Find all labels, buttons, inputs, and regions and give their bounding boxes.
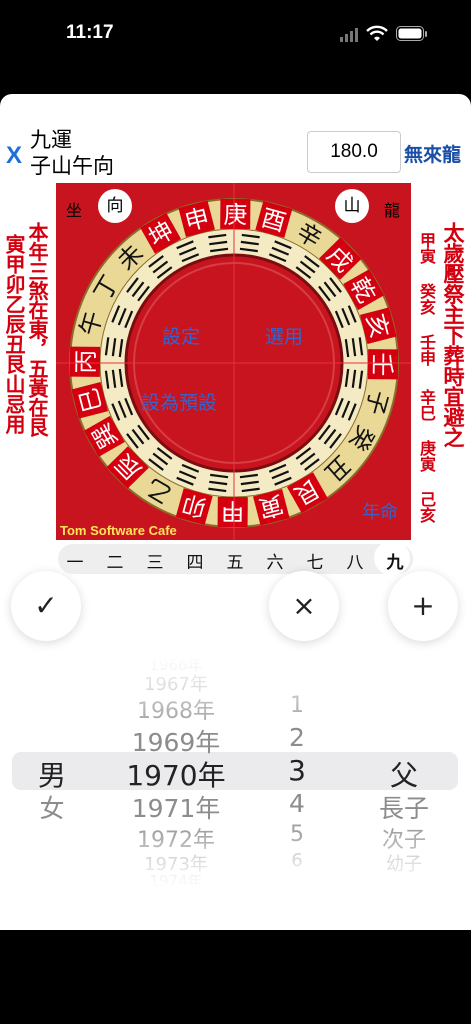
yun-option[interactable]: 四	[177, 548, 213, 573]
add-button[interactable]: +	[388, 571, 458, 641]
set-default-button[interactable]: 設為預設	[141, 388, 217, 415]
status-time: 11:17	[66, 22, 114, 43]
status-bar: 11:17	[0, 0, 471, 70]
svg-text:丙: 丙	[72, 350, 100, 374]
picker-number-option[interactable]: 2	[217, 723, 377, 752]
picker-number-option[interactable]: 1	[217, 693, 377, 718]
year-life-button[interactable]: 年命	[362, 498, 398, 524]
signal-icon	[340, 28, 358, 42]
title-direction: 子山午向	[30, 154, 114, 178]
yun-option[interactable]: 一	[57, 548, 93, 573]
cancel-button[interactable]: ×	[269, 571, 339, 641]
picker-year-option[interactable]: 1966年	[96, 654, 256, 675]
side-text-right-inner: 太歲壓祭主下葬時宜避之	[441, 222, 465, 448]
side-text-right-outer-2: 辛巳 庚寅 己亥	[417, 389, 436, 523]
side-text-left-inner: 本年三煞在東，五黃在艮	[25, 222, 49, 437]
compass-rings: 丙午丁未坤申庚酉辛戌乾亥壬子癸丑艮寅甲卯乙辰巽巳	[56, 183, 411, 540]
ring-char: 壬	[367, 349, 399, 380]
picker-year-option[interactable]: 1974年	[96, 870, 256, 891]
yun-option[interactable]: 五	[217, 548, 253, 573]
side-text-right-outer-1: 甲寅 癸亥 壬申	[417, 232, 436, 366]
confirm-button[interactable]: ✓	[11, 571, 81, 641]
mountain-label: 山	[335, 189, 369, 223]
ring-char: 甲	[217, 496, 248, 528]
battery-icon	[396, 26, 427, 41]
yun-option[interactable]: 二	[97, 548, 133, 573]
yun-option[interactable]: 六	[257, 548, 293, 573]
set-button[interactable]: 設定	[162, 322, 200, 349]
picker-relation-option[interactable]: 次子	[324, 822, 471, 854]
picker-relation-option[interactable]: 長子	[324, 789, 471, 825]
svg-text:甲: 甲	[221, 497, 245, 525]
wifi-icon	[366, 25, 388, 41]
luopan-compass[interactable]: 丙午丁未坤申庚酉辛戌乾亥壬子癸丑艮寅甲卯乙辰巽巳 坐 向 山 龍 設定 選用 設…	[56, 183, 411, 540]
close-button[interactable]: X	[6, 142, 22, 170]
ring-char: 丙	[69, 346, 101, 377]
yun-option[interactable]: 七	[297, 548, 333, 573]
select-button[interactable]: 選用	[265, 322, 303, 349]
picker-relation-option[interactable]: 幼子	[324, 850, 471, 876]
yun-option[interactable]: 九	[377, 548, 413, 573]
sit-label: 坐	[66, 201, 83, 220]
svg-text:壬: 壬	[368, 352, 396, 376]
face-label: 向	[98, 189, 132, 223]
svg-text:庚: 庚	[223, 201, 247, 229]
ring-char: 庚	[220, 198, 251, 230]
brand-label: Tom Software Cafe	[60, 523, 177, 538]
side-text-left-outer: 寅甲卯乙辰丑艮山忌用	[2, 234, 26, 434]
yun-option[interactable]: 三	[137, 548, 173, 573]
dragon-label: 龍	[384, 201, 401, 220]
degree-input[interactable]: 180.0	[307, 131, 401, 173]
yun-option[interactable]: 八	[337, 548, 373, 573]
mode-toggle-button[interactable]: 無來龍	[404, 140, 461, 167]
